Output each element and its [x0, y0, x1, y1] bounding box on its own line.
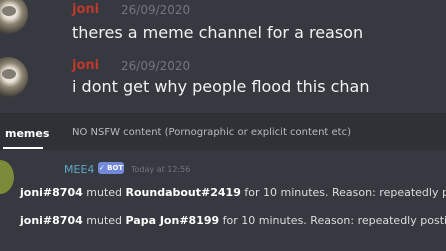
message-text: theres a meme channel for a reason	[72, 23, 364, 42]
log-detail: for 10 minutes. Reason: repeatedly p	[244, 186, 446, 199]
message-author[interactable]: joni	[72, 58, 99, 73]
log-moderator[interactable]: joni#8704	[20, 214, 83, 227]
channel-name-underline	[3, 147, 43, 149]
log-action: muted	[86, 186, 123, 199]
message-author[interactable]: joni	[72, 2, 99, 17]
log-moderator[interactable]: joni#8704	[20, 186, 83, 199]
message: joni 26/09/2020 theres a meme channel fo…	[0, 0, 446, 52]
avatar-icon[interactable]	[0, 0, 28, 34]
avatar-icon[interactable]	[0, 57, 28, 97]
message-text: i dont get why people flood this chan	[72, 77, 370, 96]
mod-log-line: joni#8704 muted Roundabout#2419 for 10 m…	[20, 186, 446, 199]
log-target[interactable]: Roundabout#2419	[126, 186, 241, 199]
bot-timestamp: Today at 12:56	[131, 165, 191, 174]
message-timestamp: 26/09/2020	[121, 3, 191, 17]
mod-log-line: joni#8704 muted Papa Jon#8199 for 10 min…	[20, 214, 446, 227]
channel-name[interactable]: memes	[5, 127, 49, 140]
bot-badge: ✓ BOT	[98, 162, 124, 174]
bot-author[interactable]: MEE4	[64, 163, 94, 176]
log-target[interactable]: Papa Jon#8199	[126, 214, 220, 227]
channel-topic: NO NSFW content (Pornographic or explici…	[72, 127, 351, 138]
bot-badge-label: BOT	[107, 164, 124, 172]
message-timestamp: 26/09/2020	[121, 59, 191, 73]
chat-history: joni 26/09/2020 theres a meme channel fo…	[0, 0, 446, 113]
log-detail: for 10 minutes. Reason: repeatedly posti	[222, 214, 446, 227]
message: joni 26/09/2020 i dont get why people fl…	[0, 55, 446, 107]
log-action: muted	[86, 214, 123, 227]
